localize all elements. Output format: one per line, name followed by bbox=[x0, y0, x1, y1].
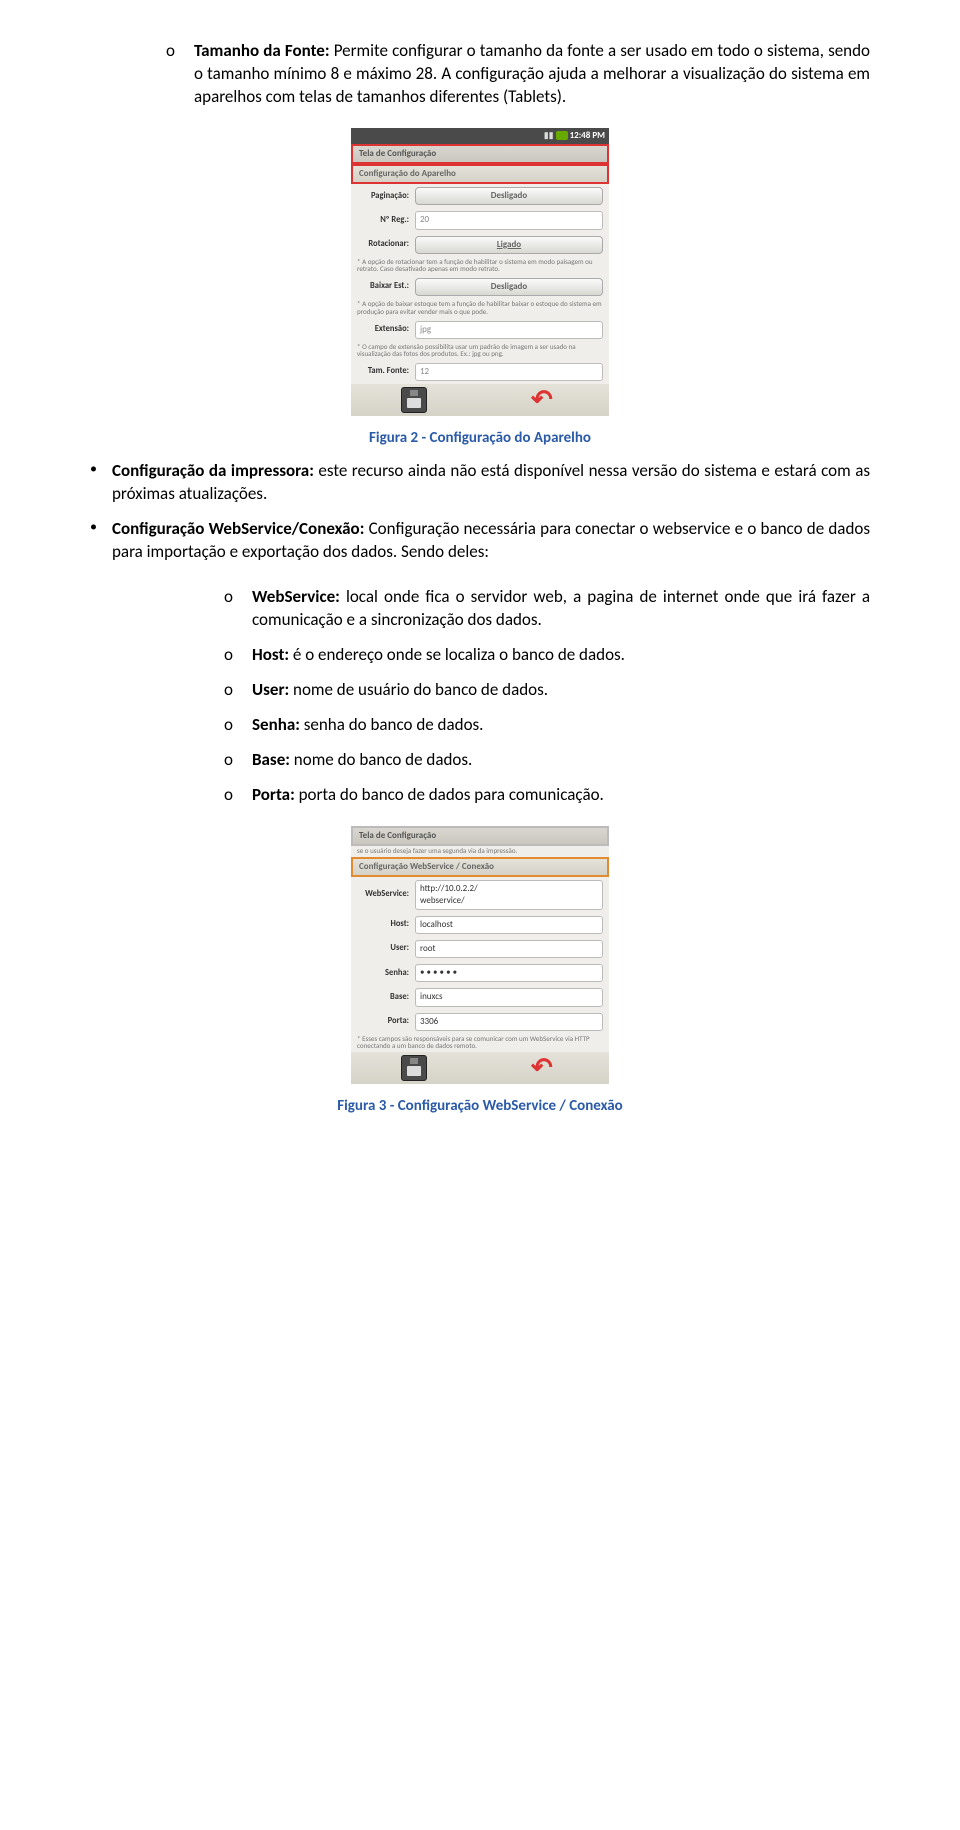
s4-bold: Senha: bbox=[252, 714, 300, 735]
s1-rest: local onde fica o servidor web, a pagina… bbox=[252, 586, 870, 630]
row-webservice: WebService: http://10.0.2.2/ webservice/ bbox=[351, 877, 609, 913]
lab-paginacao: Paginação: bbox=[357, 191, 409, 202]
s3-rest: nome de usuário do banco de dados. bbox=[289, 679, 548, 700]
lab-user: User: bbox=[357, 943, 409, 954]
row-porta: Porta: 3306 bbox=[351, 1010, 609, 1034]
lab-nreg: Nº Reg.: bbox=[357, 215, 409, 226]
s3-bold: User: bbox=[252, 679, 289, 700]
val-paginacao[interactable]: Desligado bbox=[415, 187, 603, 205]
row-baixar: Baixar Est.: Desligado bbox=[351, 275, 609, 299]
lab-porta: Porta: bbox=[357, 1016, 409, 1027]
bullet-o-marker: o bbox=[224, 714, 252, 743]
bullet-o-marker: o bbox=[224, 749, 252, 778]
undo-icon[interactable]: ↶ bbox=[531, 1056, 559, 1080]
note-rotacionar: * A opção de rotacionar tem a função de … bbox=[351, 257, 609, 275]
sub-porta: o Porta: porta do banco de dados para co… bbox=[90, 784, 870, 813]
val-user[interactable]: root bbox=[415, 940, 603, 958]
s1-bold: WebService: bbox=[252, 586, 340, 607]
val-tamfonte[interactable]: 12 bbox=[415, 363, 603, 381]
sub-webservice: o WebService: local onde fica o servidor… bbox=[90, 586, 870, 638]
val-host[interactable]: localhost bbox=[415, 916, 603, 934]
figure-3-screenshot: Tela de Configuração se o usuário deseja… bbox=[350, 825, 610, 1085]
s5-bold: Base: bbox=[252, 749, 290, 770]
row-host: Host: localhost bbox=[351, 913, 609, 937]
signal-icon: ▮▮ bbox=[544, 130, 554, 141]
bullet-o-marker: o bbox=[166, 40, 194, 115]
bullet-o-marker: o bbox=[224, 784, 252, 813]
row-tamfonte: Tam. Fonte: 12 bbox=[351, 360, 609, 384]
clock: 12:48 PM bbox=[570, 130, 605, 141]
intro-bold: Tamanho da Fonte: bbox=[194, 40, 330, 61]
lab-rotacionar: Rotacionar: bbox=[357, 239, 409, 250]
bullet-o-marker: o bbox=[224, 679, 252, 708]
val-extensao[interactable]: jpg bbox=[415, 321, 603, 339]
sub-host: o Host: é o endereço onde se localiza o … bbox=[90, 644, 870, 673]
figure-3-wrap: Tela de Configuração se o usuário deseja… bbox=[90, 825, 870, 1088]
sub-base: o Base: nome do banco de dados. bbox=[90, 749, 870, 778]
s4-rest: senha do banco de dados. bbox=[300, 714, 484, 735]
bullet-config-impressora: • Configuração da impressora: este recur… bbox=[90, 460, 870, 512]
s6-bold: Porta: bbox=[252, 784, 295, 805]
undo-icon[interactable]: ↶ bbox=[531, 388, 559, 412]
row-base: Base: inuxcs bbox=[351, 985, 609, 1009]
dot-marker: • bbox=[90, 460, 112, 512]
intro-bullet: o Tamanho da Fonte: Permite configurar o… bbox=[90, 40, 870, 115]
row-rotacionar: Rotacionar: Ligado bbox=[351, 233, 609, 257]
lab-host: Host: bbox=[357, 919, 409, 930]
figure-2-caption: Figura 2 - Configuração do Aparelho bbox=[90, 428, 870, 448]
val-base[interactable]: inuxcs bbox=[415, 988, 603, 1006]
s5-rest: nome do banco de dados. bbox=[290, 749, 472, 770]
s2-rest: é o endereço onde se localiza o banco de… bbox=[289, 644, 625, 665]
s6-rest: porta do banco de dados para comunicação… bbox=[295, 784, 604, 805]
intro-text: Tamanho da Fonte: Permite configurar o t… bbox=[194, 40, 870, 109]
save-icon[interactable] bbox=[401, 387, 427, 413]
lab-extensao: Extensão: bbox=[357, 324, 409, 335]
screen-title-1: Tela de Configuração bbox=[351, 144, 609, 164]
note-extensao: * O campo de extensão possibilita usar u… bbox=[351, 342, 609, 360]
battery-icon: ▮ bbox=[556, 131, 568, 140]
screen-title-2: Tela de Configuração bbox=[351, 826, 609, 846]
statusbar: ▮▮ ▮ 12:48 PM bbox=[351, 128, 609, 144]
bottom-toolbar-1: ↶ bbox=[351, 384, 609, 416]
lab-base: Base: bbox=[357, 992, 409, 1003]
bottom-toolbar-2: ↶ bbox=[351, 1052, 609, 1084]
s2-bold: Host: bbox=[252, 644, 289, 665]
section-title-1: Configuração do Aparelho bbox=[351, 164, 609, 184]
dot-marker: • bbox=[90, 518, 112, 570]
sub-user: o User: nome de usuário do banco de dado… bbox=[90, 679, 870, 708]
val-baixar[interactable]: Desligado bbox=[415, 278, 603, 296]
lab-tamfonte: Tam. Fonte: bbox=[357, 366, 409, 377]
note-webservice: * Esses campos são responsáveis para se … bbox=[351, 1034, 609, 1052]
figure-2-wrap: ▮▮ ▮ 12:48 PM Tela de Configuração Confi… bbox=[90, 127, 870, 420]
lab-senha: Senha: bbox=[357, 968, 409, 979]
row-extensao: Extensão: jpg bbox=[351, 318, 609, 342]
bullet-o-marker: o bbox=[224, 644, 252, 673]
val-porta[interactable]: 3306 bbox=[415, 1013, 603, 1031]
lab-webservice: WebService: bbox=[357, 889, 409, 900]
row-nreg: Nº Reg.: 20 bbox=[351, 208, 609, 232]
val-webservice[interactable]: http://10.0.2.2/ webservice/ bbox=[415, 880, 603, 910]
bullet-o-marker: o bbox=[224, 586, 252, 638]
note-baixar: * A opção de baixar estoque tem a função… bbox=[351, 299, 609, 317]
section-title-2: Configuração WebService / Conexão bbox=[351, 857, 609, 877]
save-icon[interactable] bbox=[401, 1055, 427, 1081]
figure-2-screenshot: ▮▮ ▮ 12:48 PM Tela de Configuração Confi… bbox=[350, 127, 610, 417]
row-senha: Senha: • • • • • • bbox=[351, 961, 609, 985]
val-nreg[interactable]: 20 bbox=[415, 211, 603, 229]
val-senha[interactable]: • • • • • • bbox=[415, 964, 603, 982]
row-paginacao: Paginação: Desligado bbox=[351, 184, 609, 208]
row-user: User: root bbox=[351, 937, 609, 961]
b2-bold: Configuração WebService/Conexão: bbox=[112, 518, 364, 539]
bullet-config-webservice: • Configuração WebService/Conexão: Confi… bbox=[90, 518, 870, 570]
sub-note-2: se o usuário deseja fazer uma segunda vi… bbox=[351, 846, 609, 857]
val-rotacionar[interactable]: Ligado bbox=[415, 236, 603, 254]
sub-senha: o Senha: senha do banco de dados. bbox=[90, 714, 870, 743]
figure-3-caption: Figura 3 - Configuração WebService / Con… bbox=[90, 1096, 870, 1116]
lab-baixar: Baixar Est.: bbox=[357, 281, 409, 292]
b1-bold: Configuração da impressora: bbox=[112, 460, 314, 481]
